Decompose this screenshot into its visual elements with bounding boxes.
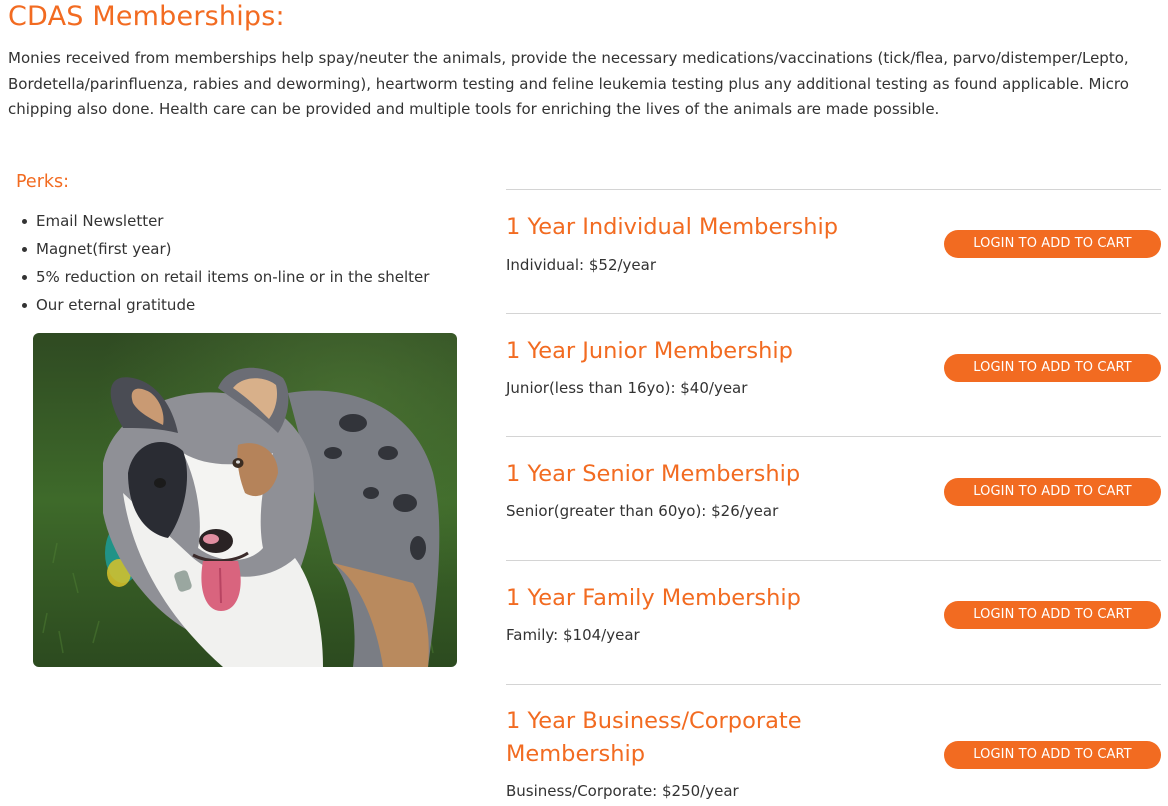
membership-name: 1 Year Senior Membership [506, 461, 801, 487]
membership-name: 1 Year Individual Membership [506, 214, 839, 240]
membership-name: 1 Year Business/Corporate Membership [506, 708, 802, 767]
membership-item-junior: 1 Year Junior Membership Junior(less tha… [506, 313, 1161, 437]
membership-item-individual: 1 Year Individual Membership Individual:… [506, 189, 1161, 314]
login-to-add-to-cart-button[interactable]: LOGIN TO ADD TO CART [944, 230, 1161, 258]
membership-item-senior: 1 Year Senior Membership Senior(greater … [506, 436, 1161, 561]
membership-price: Business/Corporate: $250/year [506, 782, 739, 800]
login-to-add-to-cart-button[interactable]: LOGIN TO ADD TO CART [944, 478, 1161, 506]
membership-name: 1 Year Junior Membership [506, 338, 793, 364]
page-title: CDAS Memberships: [8, 1, 285, 32]
perk-item: Email Newsletter [18, 207, 429, 235]
membership-price: Senior(greater than 60yo): $26/year [506, 502, 779, 520]
dog-illustration [33, 333, 457, 667]
perk-item: Our eternal gratitude [18, 291, 429, 319]
membership-price: Junior(less than 16yo): $40/year [506, 379, 748, 397]
login-to-add-to-cart-button[interactable]: LOGIN TO ADD TO CART [944, 354, 1161, 382]
membership-item-business: 1 Year Business/Corporate Membership Bus… [506, 684, 1161, 806]
login-to-add-to-cart-button[interactable]: LOGIN TO ADD TO CART [944, 601, 1161, 629]
perk-item: Magnet(first year) [18, 235, 429, 263]
membership-name: 1 Year Family Membership [506, 585, 801, 611]
login-to-add-to-cart-button[interactable]: LOGIN TO ADD TO CART [944, 741, 1161, 769]
perks-list: Email Newsletter Magnet(first year) 5% r… [18, 207, 429, 319]
perks-heading: Perks: [16, 172, 70, 192]
perk-item: 5% reduction on retail items on-line or … [18, 263, 429, 291]
intro-paragraph: Monies received from memberships help sp… [8, 49, 1129, 118]
membership-price: Family: $104/year [506, 626, 640, 644]
dog-photo [33, 333, 457, 667]
membership-price: Individual: $52/year [506, 256, 657, 274]
membership-item-family: 1 Year Family Membership Family: $104/ye… [506, 560, 1161, 685]
